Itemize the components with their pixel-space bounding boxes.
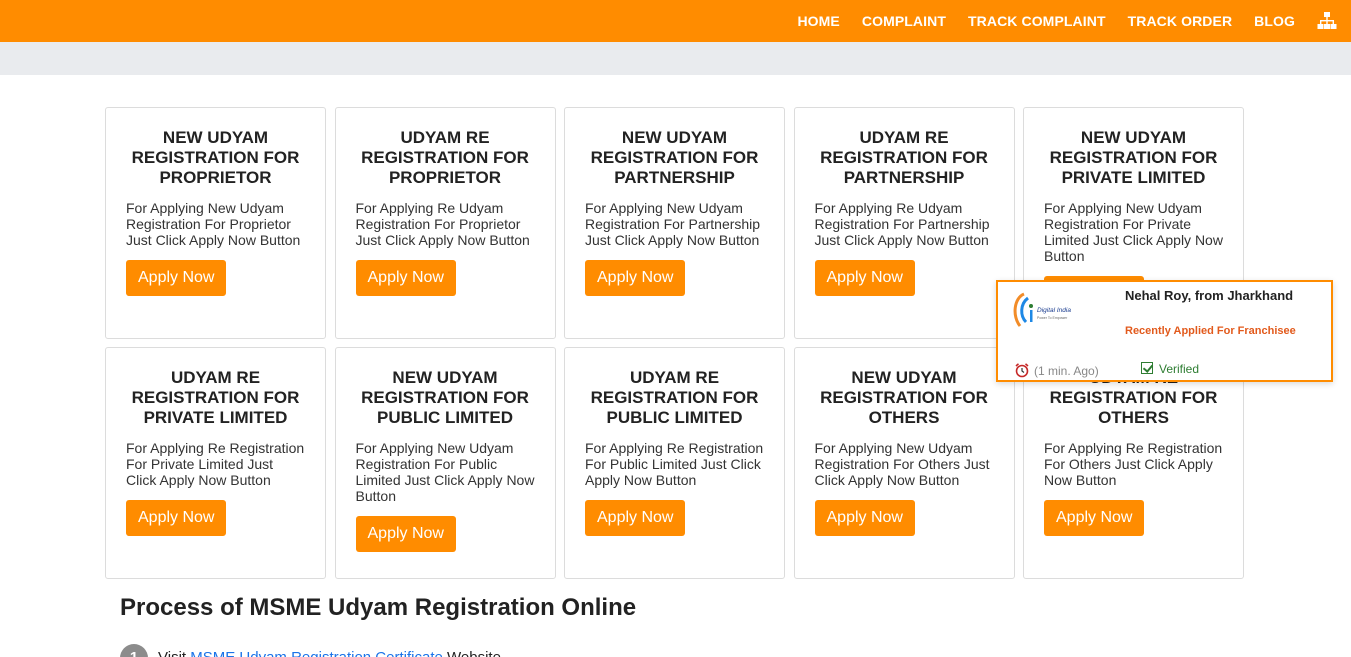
card-title: UDYAM RE REGISTRATION FOR PROPRIETOR (361, 128, 529, 187)
service-card: NEW UDYAM REGISTRATION FOR PARTNERSHIP Fo… (564, 107, 785, 339)
card-description: For Applying New Udyam Registration For … (585, 200, 761, 248)
popup-message: Recently Applied For Franchisee (1125, 325, 1296, 337)
card-description: For Applying New Udyam Registration For … (814, 440, 990, 488)
apply-now-button[interactable]: Apply Now (585, 500, 686, 536)
alarm-clock-icon (1014, 362, 1030, 381)
recent-activity-popup[interactable]: Digital India Power To Empower Nehal Roy… (996, 280, 1333, 382)
card-description: For Applying New Udyam Registration For … (1044, 200, 1223, 264)
card-title: NEW UDYAM REGISTRATION FOR PARTNERSHIP (590, 128, 759, 187)
card-description: For Applying New Udyam Registration For … (355, 440, 535, 504)
card-description: For Applying Re Registration For Others … (1044, 440, 1223, 488)
digital-india-logo: Digital India Power To Empower (1010, 288, 1076, 330)
card-title: UDYAM RE REGISTRATION FOR PUBLIC LIMITED (590, 368, 759, 427)
nav-track-complaint[interactable]: TRACK COMPLAINT (968, 13, 1106, 29)
nav-complaint[interactable]: COMPLAINT (862, 13, 946, 29)
card-title: NEW UDYAM REGISTRATION FOR PROPRIETOR (131, 128, 300, 187)
apply-now-button[interactable]: Apply Now (814, 260, 915, 296)
service-card: NEW UDYAM REGISTRATION FOR PUBLIC LIMITE… (334, 347, 556, 579)
apply-now-button[interactable]: Apply Now (585, 260, 686, 296)
popup-verified-text: Verified (1159, 362, 1200, 376)
apply-now-button[interactable]: Apply Now (355, 516, 456, 552)
process-step-1: 1 Visit MSME Udyam Registration Certifica… (120, 644, 501, 657)
card-description: For Applying Re Udyam Registration For P… (355, 200, 530, 248)
udyam-certificate-link[interactable]: MSME Udyam Registration Certificate (190, 649, 443, 657)
sitemap-icon[interactable] (1317, 11, 1337, 31)
card-title: UDYAM RE REGISTRATION FOR PRIVATE LIMITE… (131, 368, 300, 427)
apply-now-button[interactable]: Apply Now (814, 500, 915, 536)
popup-applicant-name: Nehal Roy, from Jharkhand (1125, 288, 1294, 303)
card-title: NEW UDYAM REGISTRATION FOR PRIVATE LIMIT… (1049, 128, 1218, 187)
card-description: For Applying Re Udyam Registration For P… (814, 200, 990, 248)
card-title: NEW UDYAM REGISTRATION FOR PUBLIC LIMITE… (361, 368, 529, 427)
service-card: UDYAM RE REGISTRATION FOR PUBLIC LIMITED… (564, 347, 785, 579)
sub-header-bar (0, 42, 1351, 75)
service-card: UDYAM RE REGISTRATION FOR PROPRIETOR For … (334, 107, 556, 339)
logo-text-line1: Digital India (1037, 307, 1071, 314)
service-card: UDYAM RE REGISTRATION FOR PARTNERSHIP For… (793, 107, 1015, 339)
card-description: For Applying Re Registration For Public … (585, 440, 764, 488)
top-navbar: HOME COMPLAINT TRACK COMPLAINT TRACK ORD… (0, 0, 1351, 42)
main-nav: HOME COMPLAINT TRACK COMPLAINT TRACK ORD… (797, 0, 1351, 42)
card-title: NEW UDYAM REGISTRATION FOR OTHERS (820, 368, 988, 427)
apply-now-button[interactable]: Apply Now (1044, 500, 1145, 536)
card-description: For Applying New Udyam Registration For … (126, 200, 301, 248)
popup-time-text: (1 min. Ago) (1034, 364, 1099, 378)
service-card: NEW UDYAM REGISTRATION FOR OTHERS For App… (793, 347, 1015, 579)
verified-check-icon (1141, 362, 1153, 374)
service-card: UDYAM RE REGISTRATION FOR PRIVATE LIMITE… (105, 347, 326, 579)
step-prefix: Visit (158, 649, 186, 657)
step-number-badge: 1 (120, 644, 148, 657)
apply-now-button[interactable]: Apply Now (126, 260, 227, 296)
nav-home[interactable]: HOME (797, 13, 839, 29)
popup-verified: Verified (1141, 362, 1199, 376)
process-title: Process of MSME Udyam Registration Onlin… (120, 594, 637, 621)
apply-now-button[interactable]: Apply Now (355, 260, 456, 296)
popup-time: (1 min. Ago) (1014, 362, 1099, 381)
card-title: UDYAM RE REGISTRATION FOR PARTNERSHIP (820, 128, 988, 187)
apply-now-button[interactable]: Apply Now (126, 500, 227, 536)
card-description: For Applying Re Registration For Private… (126, 440, 305, 488)
nav-blog[interactable]: BLOG (1254, 13, 1295, 29)
step-suffix: Website (447, 649, 501, 657)
nav-track-order[interactable]: TRACK ORDER (1128, 13, 1233, 29)
logo-text-line2: Power To Empower (1037, 316, 1068, 320)
service-card: NEW UDYAM REGISTRATION FOR PROPRIETOR For… (105, 107, 326, 339)
